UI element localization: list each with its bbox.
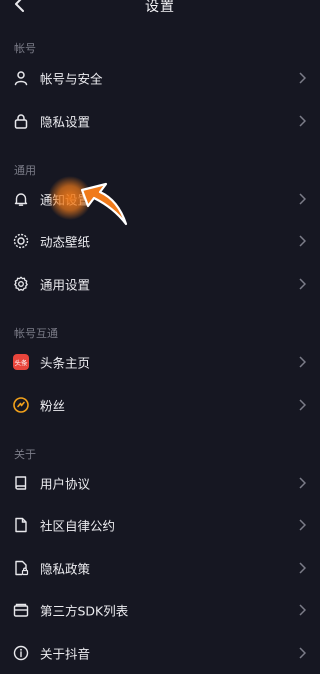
row-toutiao-home[interactable]: 头条 头条主页	[0, 341, 320, 383]
wallpaper-icon	[13, 233, 29, 249]
section-label-linked-accounts: 帐号互通	[14, 327, 58, 340]
chevron-right-icon	[299, 235, 306, 247]
lock-icon	[14, 114, 28, 129]
row-user-agreement[interactable]: 用户协议	[0, 462, 320, 504]
chevron-right-icon	[299, 647, 306, 659]
chevron-right-icon	[299, 477, 306, 489]
row-privacy-settings[interactable]: 隐私设置	[0, 100, 320, 142]
toutiao-badge-text: 头条	[15, 358, 29, 367]
chevron-right-icon	[299, 562, 306, 574]
gear-icon	[14, 276, 28, 291]
row-label: 通知设置	[40, 192, 91, 208]
row-label: 关于抖音	[40, 646, 91, 662]
row-label: 帐号与安全	[40, 71, 103, 87]
row-label: 用户协议	[40, 476, 91, 492]
row-account-security[interactable]: 帐号与安全	[0, 57, 320, 99]
document-icon	[15, 517, 27, 533]
chevron-right-icon	[299, 519, 306, 531]
row-label: 动态壁纸	[40, 234, 91, 250]
row-general-settings[interactable]: 通用设置	[0, 263, 320, 305]
toutiao-logo-icon: 头条	[13, 354, 29, 370]
chevron-right-icon	[299, 356, 306, 368]
top-bar: 设置	[0, 0, 320, 18]
info-icon	[13, 645, 29, 661]
row-live-wallpaper[interactable]: 动态壁纸	[0, 220, 320, 262]
chevron-right-icon	[299, 115, 306, 127]
chevron-right-icon	[299, 604, 306, 616]
section-label-general: 通用	[14, 164, 36, 177]
row-label: 隐私设置	[40, 114, 91, 130]
row-community-rules[interactable]: 社区自律公约	[0, 504, 320, 546]
row-label: 第三方SDK列表	[40, 603, 129, 619]
folder-list-icon	[13, 603, 29, 617]
row-label: 通用设置	[40, 277, 91, 293]
row-label: 隐私政策	[40, 561, 91, 577]
row-about[interactable]: 关于抖音	[0, 632, 320, 674]
section-label-about: 关于	[14, 448, 36, 461]
chevron-right-icon	[299, 399, 306, 411]
section-label-account: 帐号	[14, 42, 36, 55]
fans-logo-icon	[13, 397, 29, 413]
page-title: 设置	[145, 0, 175, 15]
row-label: 头条主页	[40, 355, 91, 371]
row-label: 社区自律公约	[40, 518, 116, 534]
chevron-right-icon	[299, 193, 306, 205]
row-third-party-sdk[interactable]: 第三方SDK列表	[0, 589, 320, 631]
row-notification-settings[interactable]: 通知设置	[0, 178, 320, 220]
bell-icon	[14, 193, 28, 206]
row-fans[interactable]: 粉丝	[0, 384, 320, 426]
document-lock-icon	[15, 560, 29, 576]
chevron-right-icon	[299, 72, 306, 84]
book-icon	[15, 476, 27, 490]
row-label: 粉丝	[40, 398, 66, 414]
chevron-right-icon	[299, 278, 306, 290]
row-privacy-policy[interactable]: 隐私政策	[0, 547, 320, 589]
user-icon	[14, 71, 28, 86]
